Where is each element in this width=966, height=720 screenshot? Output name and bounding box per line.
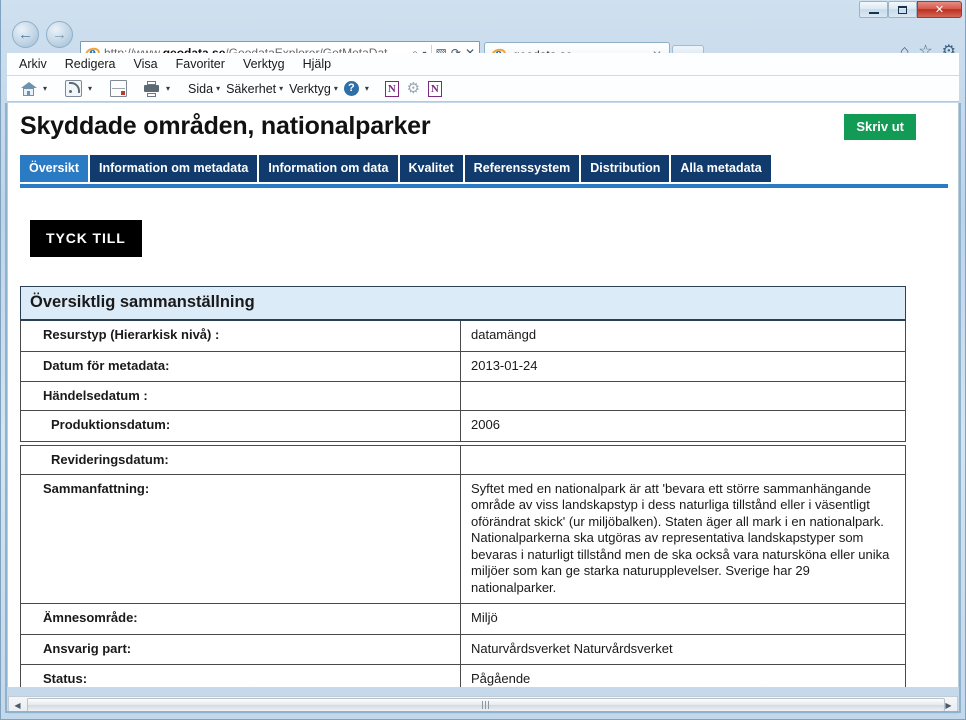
- table-cell-value: Pågående: [460, 664, 906, 687]
- command-safety-menu[interactable]: Säkerhet ▾: [226, 82, 283, 96]
- window-controls: ✕: [859, 1, 962, 18]
- table-cell-value: datamängd: [460, 319, 906, 352]
- table-cell-key: Status:: [20, 664, 461, 687]
- metadata-tab-2[interactable]: Information om data: [259, 155, 398, 182]
- command-page-menu[interactable]: Sida ▾: [188, 82, 220, 96]
- title-bar: ✕: [0, 0, 966, 18]
- menu-item-arkiv[interactable]: Arkiv: [19, 57, 47, 71]
- table-row: Ämnesområde: Miljö: [20, 603, 906, 635]
- metadata-table-body: Översiktlig sammanställning Resurstyp (H…: [20, 286, 906, 687]
- forward-button[interactable]: →: [46, 21, 73, 48]
- forward-arrow-icon: →: [52, 26, 67, 43]
- table-cell-key: Ämnesområde:: [20, 603, 461, 635]
- scrollbar-track[interactable]: [26, 697, 945, 713]
- minimize-button[interactable]: [859, 1, 888, 18]
- help-chevron-down-icon[interactable]: ▾: [365, 84, 369, 93]
- table-row: Datum för metadata: 2013-01-24: [20, 350, 906, 382]
- minimize-icon: [868, 11, 879, 14]
- command-tools-menu[interactable]: Verktyg ▾: [289, 82, 338, 96]
- table-row: Revideringsdatum:: [20, 444, 906, 475]
- table-row: Status: Pågående: [20, 664, 906, 687]
- table-row: Sammanfattning: Syftet med en nationalpar…: [20, 473, 906, 604]
- command-bar: ▾ ▾ ▾ Sida ▾ Säkerhet ▾ Verktyg ▾ ? ▾ N …: [7, 76, 959, 102]
- command-page-label: Sida: [188, 81, 214, 96]
- table-cell-value: 2006: [460, 410, 906, 442]
- metadata-tab-6[interactable]: Alla metadata: [671, 155, 771, 182]
- metadata-tabs: Översikt Information om metadata Informati…: [20, 155, 948, 187]
- menu-item-redigera[interactable]: Redigera: [65, 57, 116, 71]
- table-cell-value: [460, 444, 906, 475]
- menu-item-visa[interactable]: Visa: [134, 57, 158, 71]
- menu-bar: Arkiv Redigera Visa Favoriter Verktyg Hj…: [7, 53, 959, 75]
- chevron-down-icon: ▾: [216, 84, 221, 93]
- browser-window: ✕ ← → e http://www.geodata.se/GeodataExp…: [0, 0, 966, 720]
- table-cell-key: Revideringsdatum:: [20, 444, 461, 475]
- page-viewport: Skyddade områden, nationalparker Skriv u…: [7, 103, 959, 687]
- onenote-linked-notes-icon[interactable]: N: [427, 80, 442, 97]
- close-icon: ✕: [934, 4, 945, 16]
- chevron-down-icon: ▾: [279, 84, 284, 93]
- table-cell-value: Syftet med en nationalpark är att 'bevar…: [460, 473, 906, 604]
- rss-feeds-icon[interactable]: [65, 80, 83, 97]
- scrollbar-grip-icon: [482, 701, 490, 709]
- table-cell-key: Händelsedatum :: [20, 381, 461, 411]
- navigation-row: ← → e http://www.geodata.se/GeodataExplo…: [0, 18, 966, 66]
- command-tools-label: Verktyg: [289, 81, 331, 96]
- table-row: Resurstyp (Hierarkisk nivå) : datamängd: [20, 319, 906, 352]
- table-cell-key: Resurstyp (Hierarkisk nivå) :: [20, 319, 461, 352]
- maximize-button[interactable]: [888, 1, 917, 18]
- menu-item-hjalp[interactable]: Hjälp: [303, 57, 332, 71]
- mail-icon[interactable]: [110, 80, 128, 97]
- tabs-underline: [20, 184, 948, 188]
- print-chevron-down-icon[interactable]: ▾: [166, 84, 170, 93]
- back-arrow-icon: ←: [18, 26, 33, 43]
- onenote-send-icon[interactable]: N: [384, 80, 399, 97]
- overview-metadata-table: Översiktlig sammanställning Resurstyp (H…: [20, 286, 906, 687]
- table-cell-value: Naturvårdsverket Naturvårdsverket: [460, 633, 906, 665]
- table-cell-value: Miljö: [460, 603, 906, 635]
- horizontal-scrollbar[interactable]: ◀ ▶: [8, 696, 958, 714]
- table-cell-key: Sammanfattning:: [20, 473, 461, 604]
- table-row: Händelsedatum :: [20, 381, 906, 411]
- maximize-icon: [898, 5, 907, 14]
- metadata-tab-4[interactable]: Referenssystem: [464, 155, 580, 182]
- scroll-left-arrow-icon[interactable]: ◀: [9, 697, 26, 713]
- home-chevron-down-icon[interactable]: ▾: [43, 84, 47, 93]
- chevron-down-icon: ▾: [333, 84, 338, 93]
- table-header-row: Översiktlig sammanställning: [20, 286, 906, 321]
- table-header-label: Översiktlig sammanställning: [20, 286, 906, 321]
- metadata-tab-5[interactable]: Distribution: [581, 155, 670, 182]
- command-safety-label: Säkerhet: [226, 81, 277, 96]
- metadata-tab-0[interactable]: Översikt: [20, 155, 89, 182]
- table-row: Ansvarig part: Naturvårdsverket Naturvård…: [20, 633, 906, 665]
- metadata-tab-1[interactable]: Information om metadata: [90, 155, 258, 182]
- table-cell-key: Ansvarig part:: [20, 633, 461, 665]
- feeds-chevron-down-icon[interactable]: ▾: [88, 84, 92, 93]
- page-title: Skyddade områden, nationalparker: [20, 112, 431, 140]
- table-cell-key: Produktionsdatum:: [20, 410, 461, 442]
- table-cell-value: [460, 381, 906, 411]
- print-page-button[interactable]: Skriv ut: [844, 114, 916, 140]
- menu-item-favoriter[interactable]: Favoriter: [176, 57, 225, 71]
- table-cell-key: Datum för metadata:: [20, 350, 461, 382]
- back-button[interactable]: ←: [12, 21, 39, 48]
- settings-gear-icon[interactable]: ⚙: [405, 80, 422, 97]
- table-cell-value: 2013-01-24: [460, 350, 906, 382]
- close-button[interactable]: ✕: [917, 1, 962, 18]
- scrollbar-thumb[interactable]: [27, 698, 945, 712]
- menu-item-verktyg[interactable]: Verktyg: [243, 57, 285, 71]
- help-icon[interactable]: ?: [343, 81, 359, 96]
- metadata-tab-3[interactable]: Kvalitet: [399, 155, 463, 182]
- table-row: Produktionsdatum: 2006: [20, 410, 906, 442]
- home-page-icon[interactable]: [20, 80, 37, 97]
- feedback-button[interactable]: TYCK TILL: [30, 220, 142, 257]
- print-icon[interactable]: [143, 80, 160, 97]
